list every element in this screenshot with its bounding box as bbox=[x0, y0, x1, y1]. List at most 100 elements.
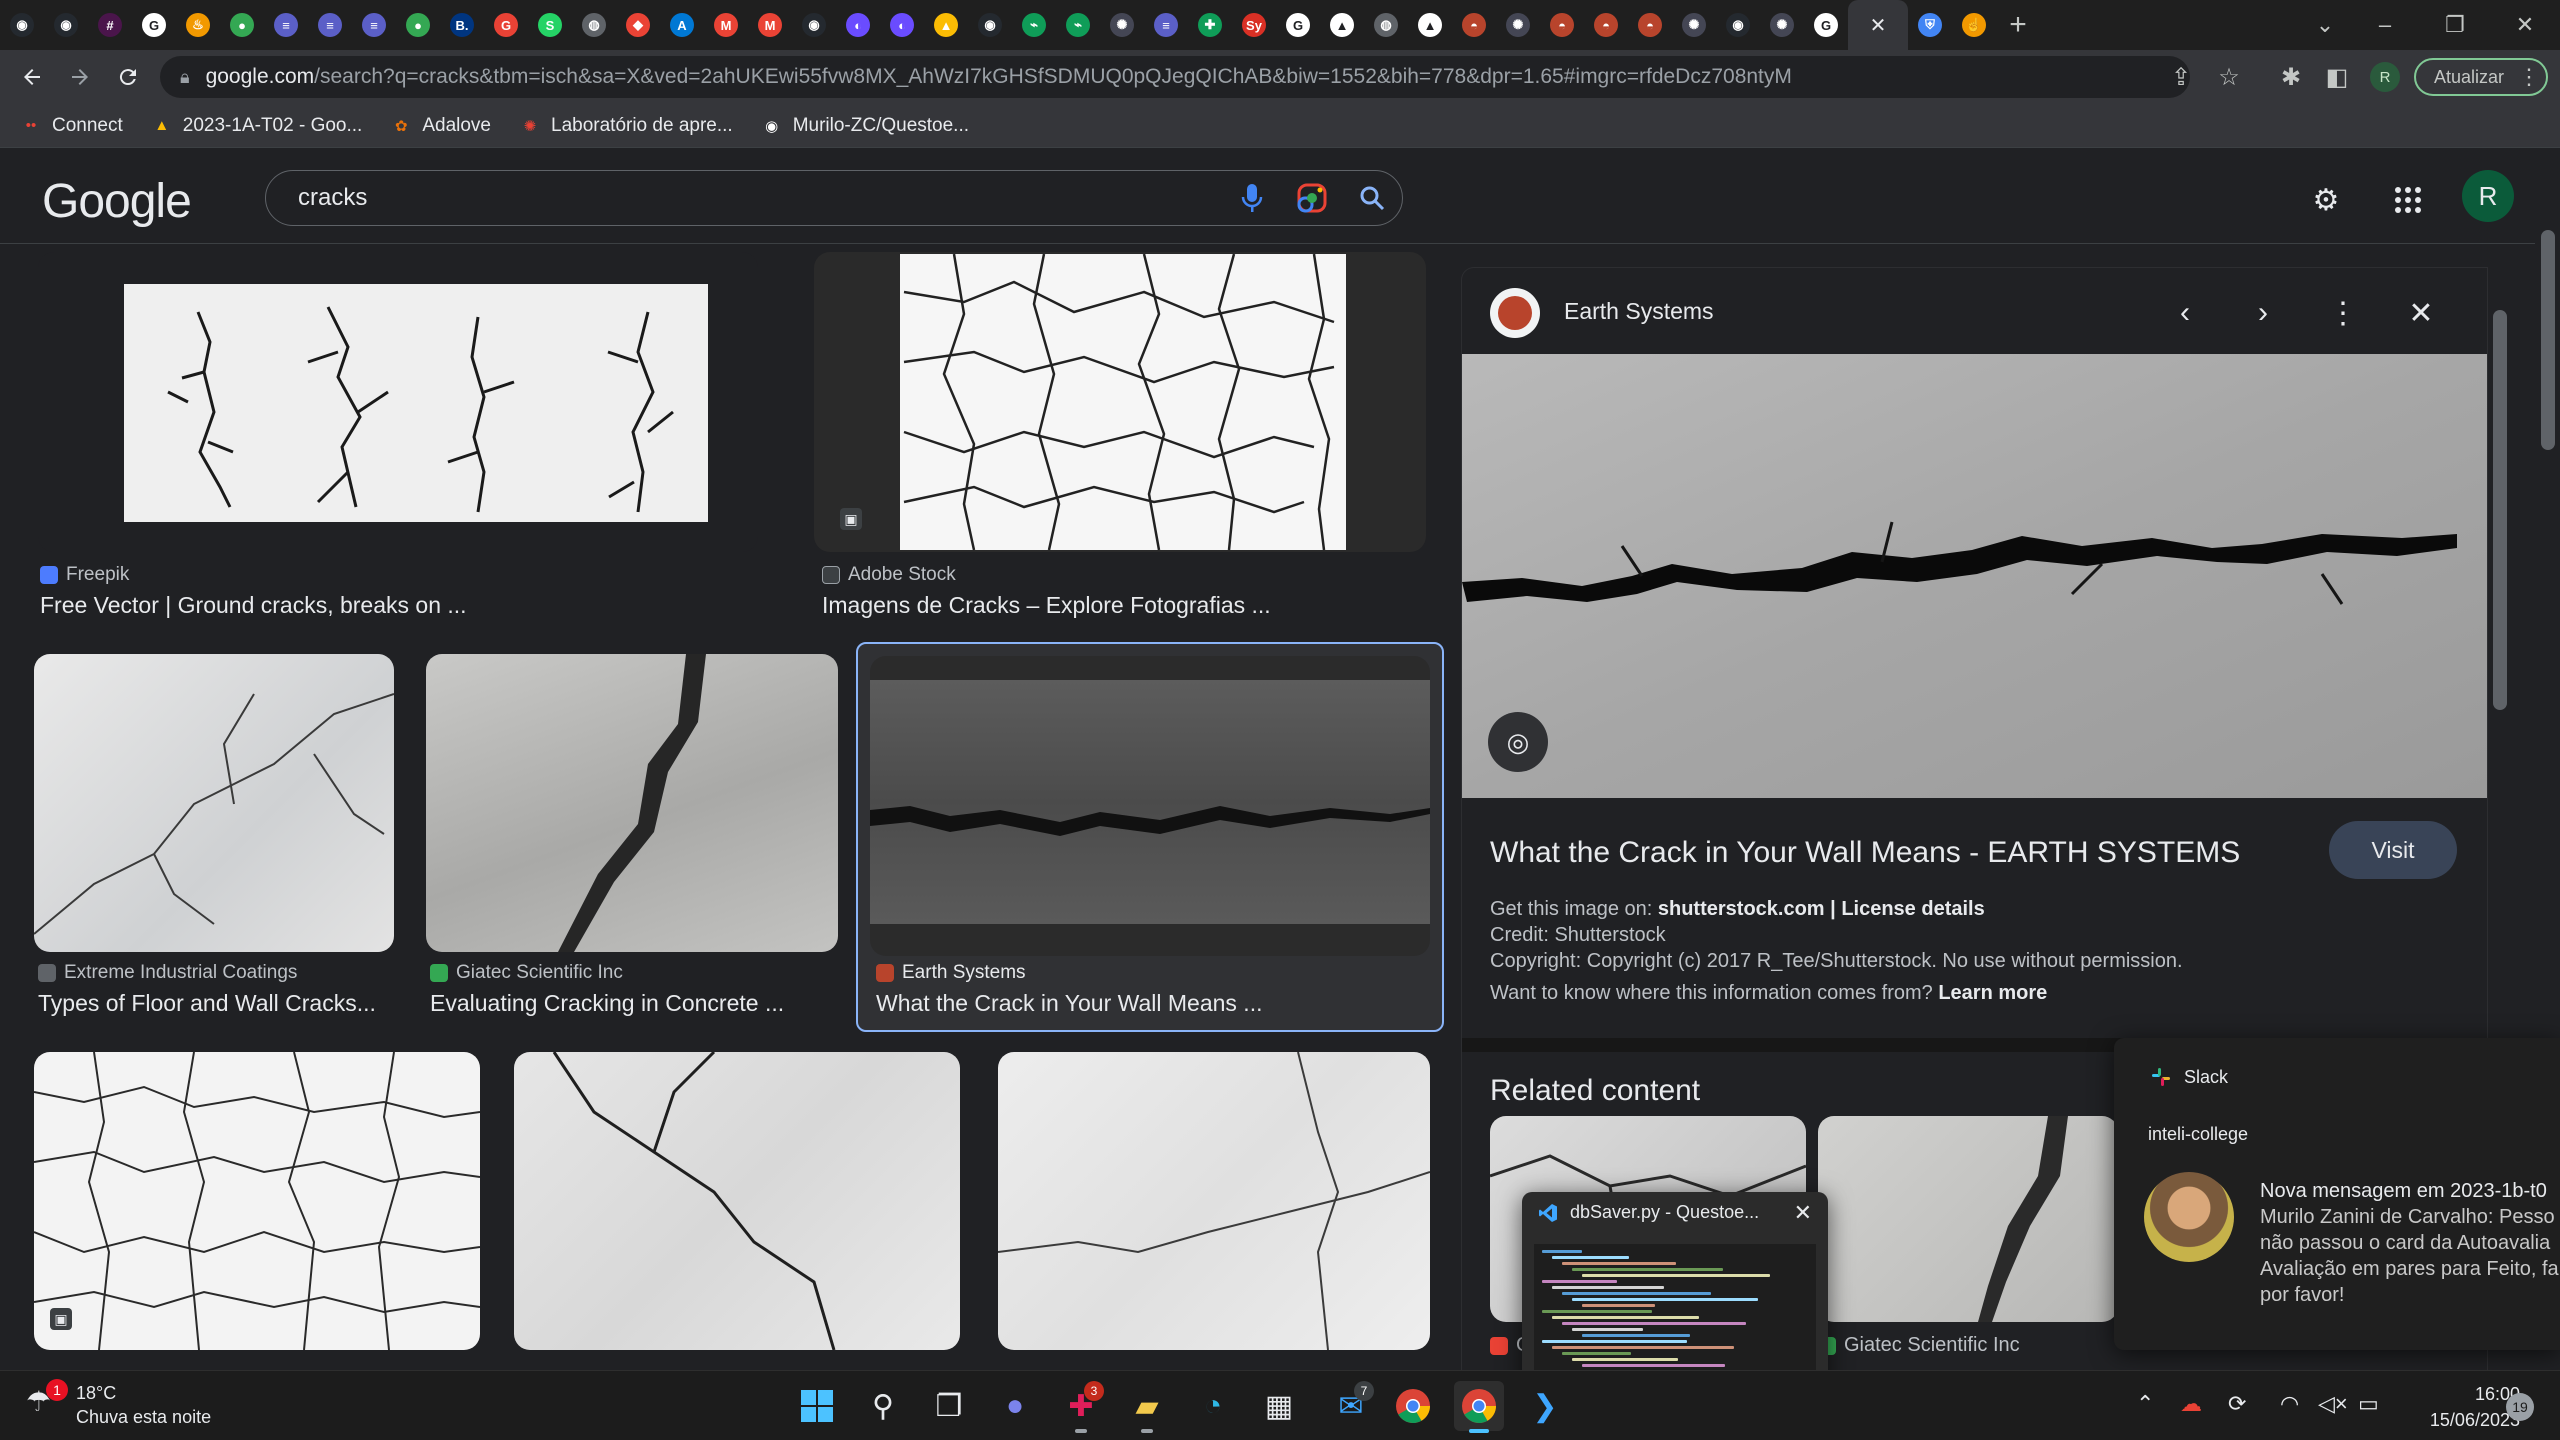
browser-tab[interactable]: S bbox=[528, 0, 572, 50]
google-lens-icon[interactable] bbox=[1282, 170, 1342, 226]
file-explorer-button[interactable]: ▰ bbox=[1122, 1381, 1172, 1433]
extensions-icon[interactable]: ✱ bbox=[2272, 58, 2310, 96]
browser-tab[interactable]: ◓ bbox=[1540, 0, 1584, 50]
result-thumbnail[interactable] bbox=[870, 656, 1430, 956]
volume-muted-icon[interactable]: ◁× bbox=[2318, 1391, 2348, 1417]
result-thumbnail[interactable]: ▣ bbox=[34, 1052, 480, 1350]
related-thumbnail[interactable] bbox=[1818, 1116, 2118, 1322]
result-thumbnail[interactable] bbox=[34, 654, 394, 952]
browser-tab[interactable]: ◉ bbox=[0, 0, 44, 50]
reload-button[interactable] bbox=[104, 53, 152, 101]
result-thumbnail[interactable]: ▣ bbox=[814, 252, 1426, 552]
previous-image-button[interactable]: ‹ bbox=[2162, 290, 2208, 336]
browser-tab[interactable]: ◐ bbox=[836, 0, 880, 50]
browser-tab[interactable]: ◍ bbox=[572, 0, 616, 50]
browser-tab[interactable]: ✺ bbox=[1100, 0, 1144, 50]
store-button[interactable]: ▦ bbox=[1254, 1381, 1304, 1431]
earth-systems-logo[interactable] bbox=[1490, 288, 1540, 338]
browser-tab[interactable]: M bbox=[748, 0, 792, 50]
edge-button[interactable]: ◔ bbox=[1188, 1381, 1238, 1431]
browser-tab[interactable]: ● bbox=[396, 0, 440, 50]
browser-tab[interactable]: ✚ bbox=[1188, 0, 1232, 50]
wifi-icon[interactable]: ◠ bbox=[2280, 1391, 2299, 1417]
browser-tab[interactable]: ◉ bbox=[968, 0, 1012, 50]
task-view-button[interactable]: ❐ bbox=[924, 1381, 974, 1431]
browser-tab[interactable]: ≡ bbox=[264, 0, 308, 50]
vscode-taskbar-button[interactable]: ❯ bbox=[1520, 1381, 1570, 1431]
mail-button[interactable]: ✉ 7 bbox=[1326, 1381, 1376, 1431]
browser-tab[interactable]: ✺ bbox=[1672, 0, 1716, 50]
show-hidden-icons[interactable]: ⌃ bbox=[2136, 1391, 2154, 1417]
bookmark-item[interactable]: ✿ Adalove bbox=[390, 115, 491, 137]
teams-chat-button[interactable]: ● bbox=[990, 1381, 1040, 1431]
system-clock[interactable]: 16:00 15/06/2023 bbox=[2400, 1381, 2520, 1433]
learn-more-link[interactable]: Learn more bbox=[1938, 982, 2047, 1004]
bookmark-star-icon[interactable]: ☆ bbox=[2210, 58, 2248, 96]
search-taskbar-button[interactable]: ⚲ bbox=[858, 1381, 908, 1431]
browser-tab[interactable]: ● bbox=[220, 0, 264, 50]
result-thumbnail[interactable] bbox=[514, 1052, 960, 1350]
result-source[interactable]: Adobe Stock bbox=[822, 564, 956, 586]
chrome-button[interactable] bbox=[1388, 1381, 1438, 1431]
result-source[interactable]: Giatec Scientific Inc bbox=[430, 962, 623, 984]
result-item[interactable]: Giatec Scientific Inc Evaluating Crackin… bbox=[424, 652, 844, 1032]
browser-tab[interactable]: G bbox=[1804, 0, 1848, 50]
apps-grid-icon[interactable] bbox=[2386, 178, 2430, 222]
shutterstock-link[interactable]: shutterstock.com bbox=[1658, 898, 1825, 920]
browser-tab[interactable]: # bbox=[88, 0, 132, 50]
browser-tab[interactable]: ⛨ bbox=[1908, 0, 1952, 50]
result-source[interactable]: Freepik bbox=[40, 564, 129, 586]
browser-tab[interactable]: Sy bbox=[1232, 0, 1276, 50]
more-options-button[interactable]: ⋮ bbox=[2320, 290, 2366, 336]
result-thumbnail[interactable] bbox=[998, 1052, 1430, 1350]
close-window-button[interactable]: ✕ bbox=[2490, 0, 2560, 50]
browser-tab[interactable]: ◉ bbox=[44, 0, 88, 50]
browser-tab[interactable]: ▲ bbox=[924, 0, 968, 50]
notification-center-badge[interactable]: 19 bbox=[2506, 1393, 2534, 1421]
sync-icon[interactable]: ⟳ bbox=[2228, 1391, 2246, 1417]
result-title[interactable]: What the Crack in Your Wall Means ... bbox=[876, 990, 1436, 1017]
minimize-button[interactable]: – bbox=[2350, 0, 2420, 50]
active-browser-tab[interactable]: ✕ bbox=[1848, 0, 1908, 50]
result-source[interactable]: Earth Systems bbox=[876, 962, 1026, 984]
start-button[interactable] bbox=[792, 1381, 842, 1431]
result-thumbnail[interactable] bbox=[426, 654, 838, 952]
onedrive-icon[interactable]: ☁ bbox=[2180, 1391, 2202, 1417]
browser-tab[interactable]: ♨ bbox=[176, 0, 220, 50]
browser-tab[interactable]: ◐ bbox=[880, 0, 924, 50]
close-panel-button[interactable]: ✕ bbox=[2398, 290, 2444, 336]
microphone-icon[interactable] bbox=[1222, 170, 1282, 226]
bookmark-item[interactable]: ◉ Murilo-ZC/Questoe... bbox=[761, 115, 969, 137]
visit-button[interactable]: Visit bbox=[2329, 821, 2457, 879]
close-preview-icon[interactable]: ✕ bbox=[1794, 1200, 1812, 1226]
browser-tab[interactable]: G bbox=[484, 0, 528, 50]
browser-tab[interactable]: A bbox=[660, 0, 704, 50]
browser-tab[interactable]: ◍ bbox=[1364, 0, 1408, 50]
browser-tab[interactable]: ✺ bbox=[1496, 0, 1540, 50]
slack-notification[interactable]: Slack inteli-college Nova mensagem em 20… bbox=[2114, 1038, 2560, 1350]
browser-tab[interactable]: ◉ bbox=[1716, 0, 1760, 50]
browser-tab[interactable]: ◓ bbox=[1452, 0, 1496, 50]
browser-tab[interactable]: ✺ bbox=[1760, 0, 1804, 50]
account-avatar[interactable]: R bbox=[2462, 170, 2514, 222]
browser-tab[interactable]: B. bbox=[440, 0, 484, 50]
browser-tab[interactable]: ⌁ bbox=[1056, 0, 1100, 50]
result-source[interactable]: Extreme Industrial Coatings bbox=[38, 962, 297, 984]
profile-avatar[interactable]: R bbox=[2370, 62, 2400, 92]
preview-image[interactable] bbox=[1462, 354, 2487, 798]
update-button[interactable]: Atualizar ⋮ bbox=[2414, 58, 2548, 96]
browser-tab[interactable]: ◉ bbox=[792, 0, 836, 50]
result-item[interactable]: ▣ Adobe Stock Imagens de Cracks – Explor… bbox=[814, 252, 1434, 632]
slack-taskbar-button[interactable]: ✚ 3 bbox=[1056, 1381, 1106, 1433]
browser-tab[interactable]: G bbox=[1276, 0, 1320, 50]
browser-tab[interactable]: ▲ bbox=[1408, 0, 1452, 50]
chrome-profile-button[interactable] bbox=[1454, 1381, 1504, 1433]
browser-tab[interactable]: ≡ bbox=[308, 0, 352, 50]
new-tab-button[interactable]: + bbox=[1996, 0, 2040, 50]
browser-tab[interactable]: G bbox=[132, 0, 176, 50]
panel-site-name[interactable]: Earth Systems bbox=[1564, 298, 1714, 325]
result-title[interactable]: Evaluating Cracking in Concrete ... bbox=[430, 990, 840, 1017]
result-title[interactable]: Imagens de Cracks – Explore Fotografias … bbox=[822, 592, 1422, 619]
bookmark-item[interactable]: •• Connect bbox=[20, 115, 123, 137]
result-title[interactable]: Types of Floor and Wall Cracks... bbox=[38, 990, 398, 1017]
